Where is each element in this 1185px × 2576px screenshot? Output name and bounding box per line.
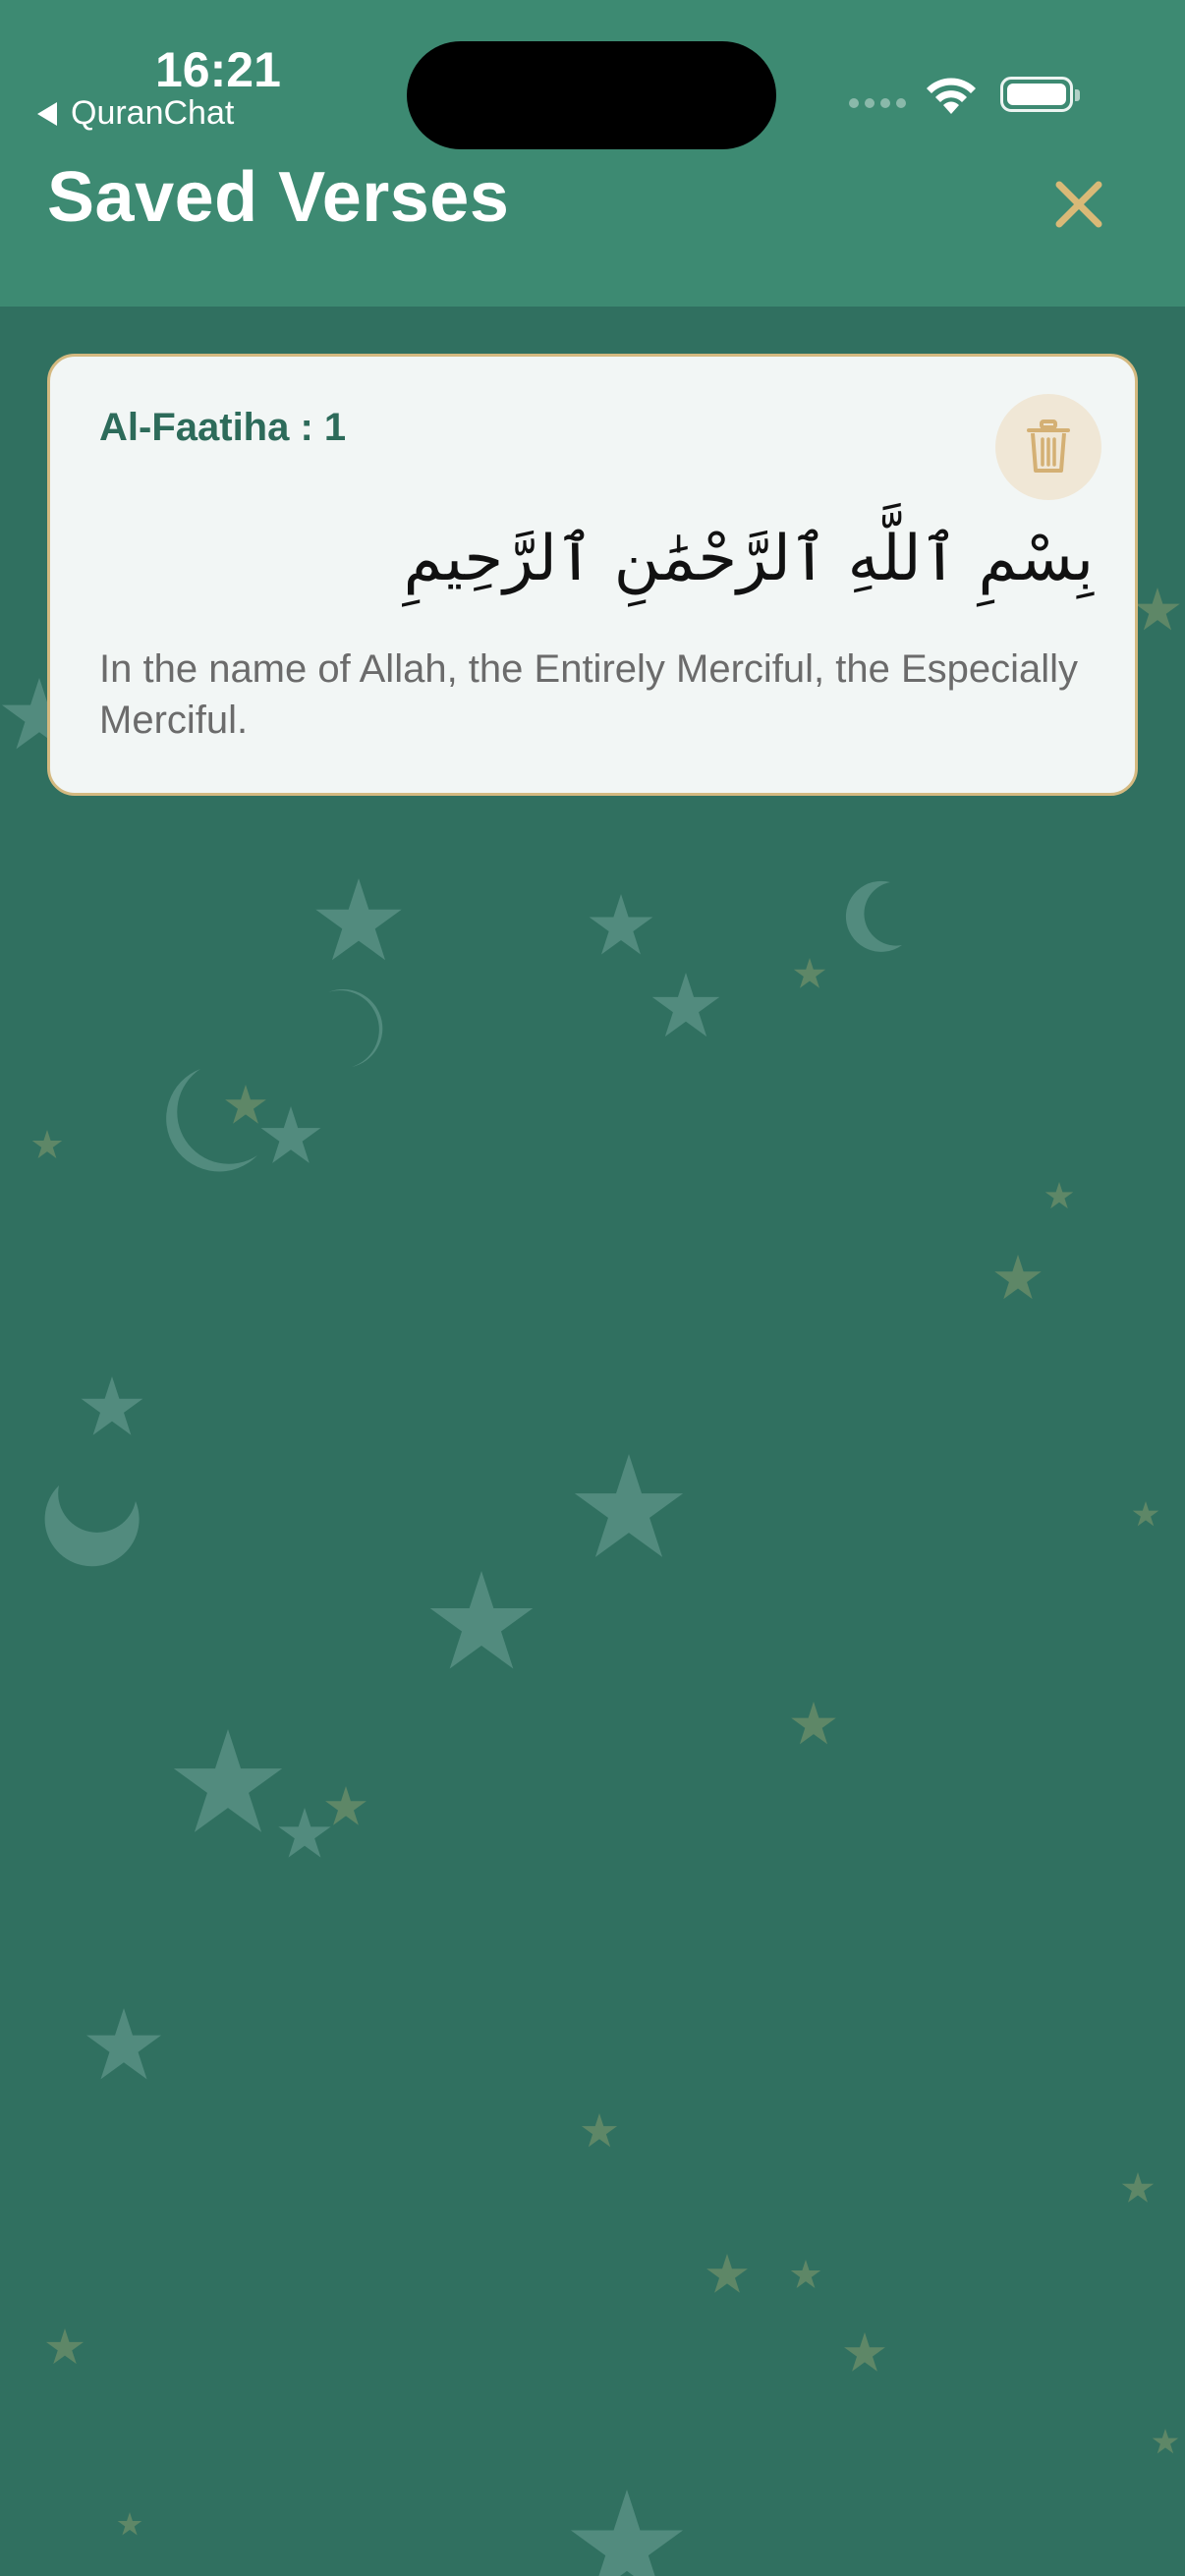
back-app-label: QuranChat <box>71 94 235 132</box>
page-title: Saved Verses <box>47 158 510 237</box>
wifi-icon <box>927 78 976 114</box>
close-button[interactable] <box>1038 163 1120 246</box>
back-arrow-icon <box>37 101 57 126</box>
verse-arabic-text: بِسْمِ ٱللَّهِ ٱلرَّحْمَٰنِ ٱلرَّحِيمِ <box>403 523 1094 595</box>
dynamic-island <box>407 41 776 149</box>
close-icon <box>1055 181 1102 228</box>
back-to-app-button[interactable]: QuranChat <box>37 94 234 133</box>
header-bar: 16:21 QuranChat Saved Verses <box>0 0 1185 307</box>
saved-verse-card[interactable]: Al-Faatiha : 1 بِسْمِ ٱللَّهِ ٱلرَّحْمَٰ… <box>47 354 1138 796</box>
delete-verse-button[interactable] <box>995 394 1101 500</box>
verse-reference: Al-Faatiha : 1 <box>99 406 347 449</box>
verse-translation: In the name of Allah, the Entirely Merci… <box>99 647 1079 742</box>
status-time: 16:21 <box>155 42 281 97</box>
trash-icon <box>1027 420 1070 473</box>
cellular-signal-icon <box>849 98 906 108</box>
battery-icon <box>1000 77 1080 112</box>
